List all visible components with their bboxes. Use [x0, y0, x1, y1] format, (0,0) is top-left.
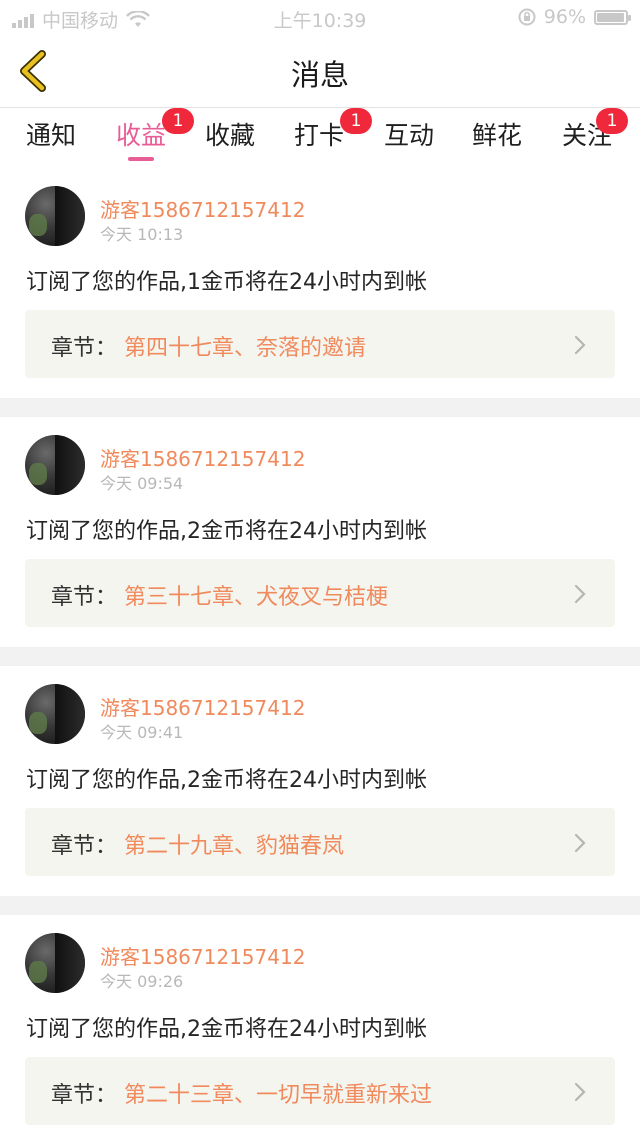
tab-label: 收藏: [205, 121, 256, 150]
chapter-link[interactable]: 章节： 第四十七章、奈落的邀请: [25, 310, 615, 378]
nav-bar: 消息: [0, 34, 640, 108]
chapter-title: 第二十九章、豹猫春岚: [124, 834, 345, 859]
page-title: 消息: [290, 58, 349, 92]
message-card: 游客1586712157412 今天 10:13 订阅了您的作品,1金币将在24…: [0, 168, 640, 398]
message-card: 游客1586712157412 今天 09:54 订阅了您的作品,2金币将在24…: [0, 417, 640, 647]
avatar[interactable]: [25, 435, 85, 495]
timestamp: 今天 09:41: [100, 723, 184, 742]
tab-label: 鲜花: [472, 121, 523, 150]
tab-label: 互动: [384, 121, 435, 150]
active-tab-indicator: [128, 157, 155, 161]
unread-badge: 1: [162, 108, 195, 134]
divider: [0, 398, 640, 417]
chapter-link[interactable]: 章节： 第二十九章、豹猫春岚: [25, 808, 615, 876]
tab-label: 打卡: [294, 121, 345, 150]
battery-fill: [597, 12, 624, 22]
chapter-title: 第三十七章、犬夜叉与桔梗: [124, 585, 389, 610]
tab-earnings[interactable]: 收益 1: [116, 108, 195, 161]
username[interactable]: 游客1586712157412: [100, 443, 305, 472]
username[interactable]: 游客1586712157412: [100, 941, 305, 970]
message-card: 游客1586712157412 今天 09:26 订阅了您的作品,2金币将在24…: [0, 915, 640, 1145]
username[interactable]: 游客1586712157412: [100, 692, 305, 721]
chevron-right-icon: [574, 335, 586, 355]
chapter-title: 第二十三章、一切早就重新来过: [124, 1083, 433, 1108]
chapter-link[interactable]: 章节： 第三十七章、犬夜叉与桔梗: [25, 559, 615, 627]
divider: [0, 896, 640, 915]
message-list: 游客1586712157412 今天 10:13 订阅了您的作品,1金币将在24…: [0, 168, 640, 1145]
message-text: 订阅了您的作品,1金币将在24小时内到帐: [26, 270, 427, 295]
timestamp: 今天 10:13: [100, 225, 184, 244]
unread-badge: 1: [596, 108, 629, 134]
username[interactable]: 游客1586712157412: [100, 194, 305, 223]
chevron-right-icon: [574, 584, 586, 604]
tab-notifications[interactable]: 通知: [26, 116, 76, 152]
chevron-right-icon: [574, 1082, 586, 1102]
tab-bar: 通知 收益 1 收藏 打卡 1 互动 鲜花 关注 1: [0, 108, 640, 168]
divider: [0, 647, 640, 666]
tab-interactions[interactable]: 互动: [384, 116, 434, 152]
status-right: 96%: [518, 6, 631, 28]
tab-label: 收益: [116, 121, 167, 150]
message-card: 游客1586712157412 今天 09:41 订阅了您的作品,2金币将在24…: [0, 666, 640, 896]
chapter-title: 第四十七章、奈落的邀请: [124, 336, 367, 361]
message-text: 订阅了您的作品,2金币将在24小时内到帐: [26, 768, 427, 793]
tab-label: 通知: [26, 121, 77, 150]
battery-percent: 96%: [543, 6, 586, 28]
message-text: 订阅了您的作品,2金币将在24小时内到帐: [26, 1017, 427, 1042]
chapter-label: 章节：: [51, 336, 118, 361]
unread-badge: 1: [340, 108, 373, 134]
chapter-label: 章节：: [51, 1083, 118, 1108]
tab-flowers[interactable]: 鲜花: [472, 116, 522, 152]
battery-icon: [594, 9, 631, 25]
tab-checkin[interactable]: 打卡 1: [294, 108, 373, 152]
avatar[interactable]: [25, 186, 85, 246]
chapter-label: 章节：: [51, 834, 118, 859]
chevron-right-icon: [574, 833, 586, 853]
status-bar: 中国移动 上午10:39 96%: [0, 0, 640, 34]
tab-favorites[interactable]: 收藏: [205, 116, 255, 152]
rotation-lock-icon: [518, 8, 536, 26]
chapter-link[interactable]: 章节： 第二十三章、一切早就重新来过: [25, 1057, 615, 1125]
chapter-label: 章节：: [51, 585, 118, 610]
timestamp: 今天 09:26: [100, 972, 184, 991]
tab-follows[interactable]: 关注 1: [562, 108, 629, 152]
timestamp: 今天 09:54: [100, 474, 184, 493]
avatar[interactable]: [25, 933, 85, 993]
message-text: 订阅了您的作品,2金币将在24小时内到帐: [26, 519, 427, 544]
avatar[interactable]: [25, 684, 85, 744]
